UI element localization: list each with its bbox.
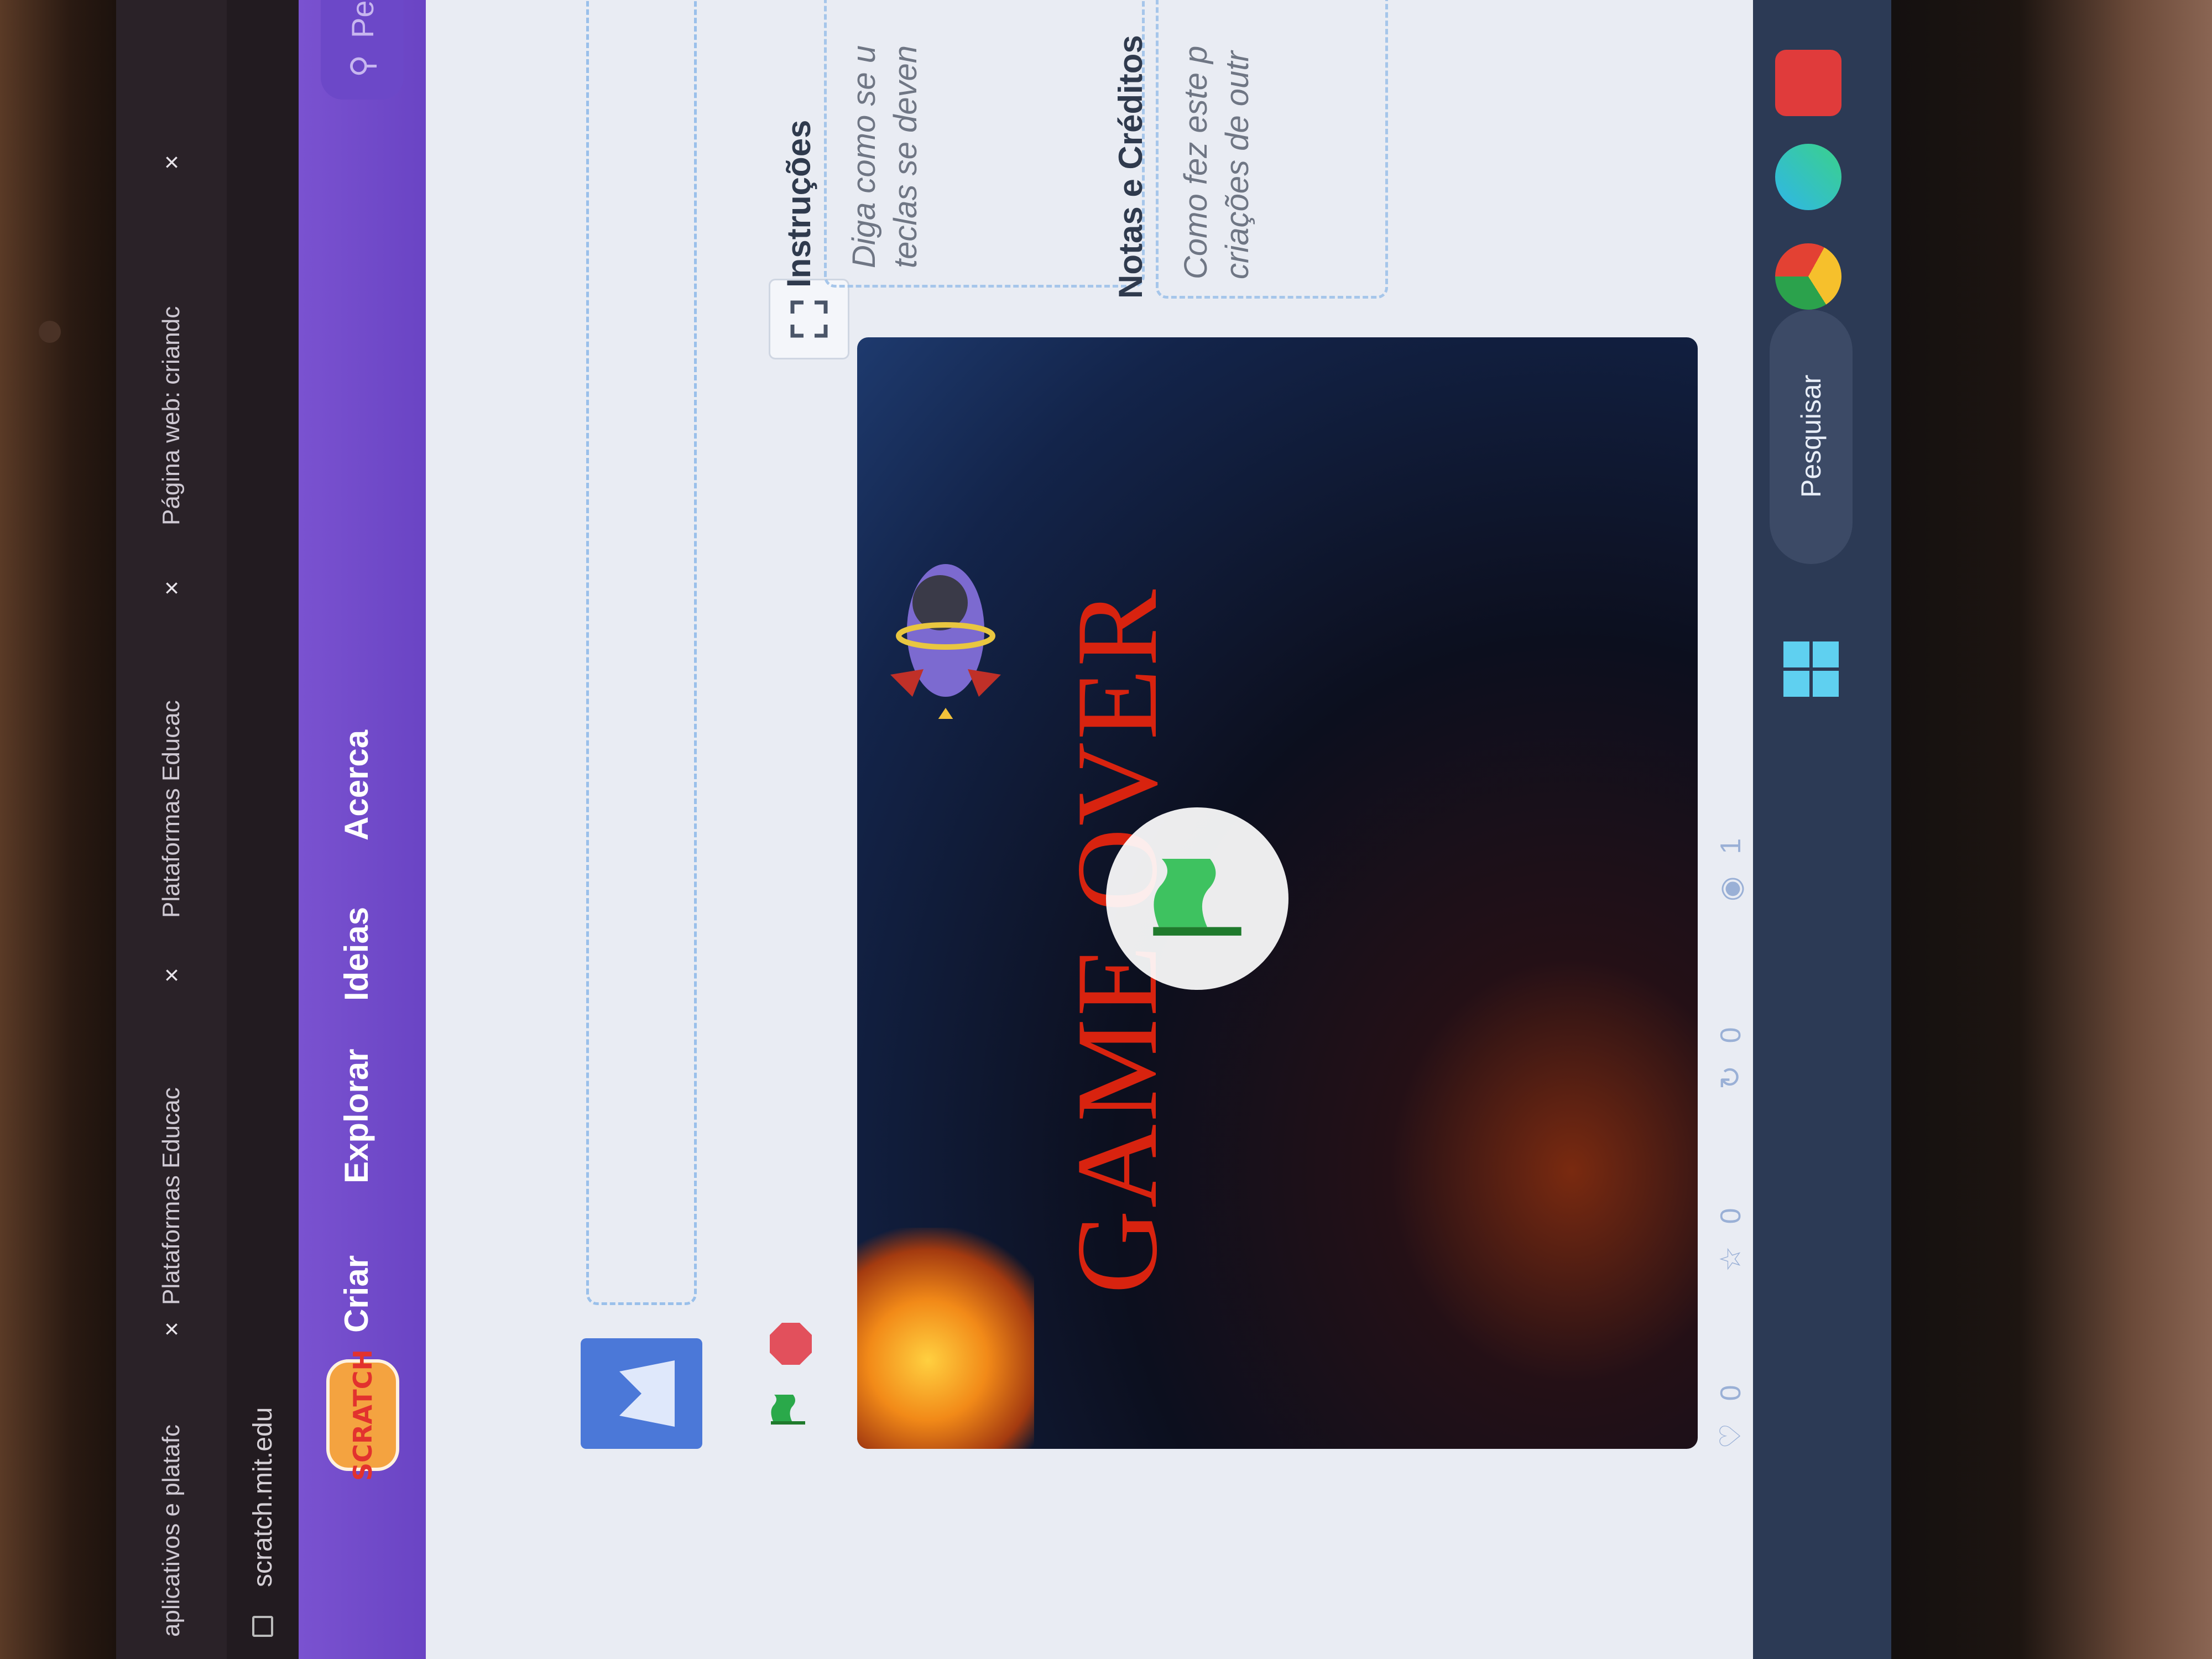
browser-tab[interactable]: Página web: criandc × [133,138,210,525]
taskbar-search[interactable]: Pesquisar [1770,310,1853,564]
browser-tab[interactable]: Plataformas Educac × [133,564,210,918]
fullscreen-icon [790,300,828,338]
project-page: GAME OVER ♡ 0 ☆ 0 ↻ 0 ◉ 1 Instruções Diga co… [426,0,1753,1659]
search-input[interactable]: ⚲ Pesquisa [321,0,404,100]
views-stat: ◉ 1 [1714,838,1747,901]
project-title-field[interactable] [586,0,697,1305]
screen: aplicativos e platafc × Plataformas Educa… [116,0,1891,1659]
eye-icon: ◉ [1715,876,1747,901]
search-icon: ⚲ [345,54,379,77]
close-icon[interactable]: × [156,581,186,596]
laptop-bezel-right [1891,0,2212,1659]
remix-icon: ↻ [1715,1065,1747,1089]
webcam [39,321,61,343]
scratch-logo[interactable]: SCRATCH [326,1349,399,1481]
star-icon: ☆ [1715,1246,1747,1272]
nav-explorar[interactable]: Explorar [337,1049,375,1183]
site-info-icon[interactable] [252,1616,273,1637]
love-count: 0 [1715,1385,1747,1401]
favorite-count: 0 [1715,1208,1747,1224]
instructions-field[interactable]: Diga como se u teclas se deven [824,0,1145,288]
heart-icon: ♡ [1715,1423,1747,1449]
scratch-navbar: SCRATCH Criar Explorar Ideias Acerca ⚲ P… [299,0,426,1659]
start-overlay-button[interactable] [1106,807,1288,990]
url-text: scratch.mit.edu [248,1407,278,1587]
views-count: 1 [1715,838,1747,854]
tab-title: aplicativos e platafc [158,1425,185,1637]
love-stat[interactable]: ♡ 0 [1714,1385,1747,1449]
rocket-sprite [890,564,1001,719]
taskbar-search-label: Pesquisar [1796,374,1827,498]
browser-tab-bar: aplicativos e platafc × Plataformas Educa… [116,0,227,1659]
close-icon[interactable]: × [156,1322,186,1337]
search-placeholder: Pesquisa [345,0,380,38]
explosion-sprite [857,1228,1034,1449]
close-icon[interactable]: × [156,968,186,983]
nav-ideias[interactable]: Ideias [337,907,375,1001]
stop-icon[interactable] [769,1322,813,1366]
remix-count: 0 [1715,1027,1747,1044]
address-bar[interactable]: scratch.mit.edu [227,0,299,1659]
laptop-bezel-left [0,0,116,1659]
tab-title: Plataformas Educac [158,1087,185,1305]
windows-taskbar: Pesquisar [1753,0,1891,1659]
notes-field[interactable]: Como fez este p criações de outr [1156,0,1388,299]
windows-start-icon[interactable] [1783,641,1839,697]
notes-heading: Notas e Créditos [1112,35,1149,299]
tab-title: Página web: criandc [158,306,185,525]
instructions-heading: Instruções [780,119,817,288]
close-icon[interactable]: × [156,155,186,170]
edge-icon[interactable] [1775,144,1841,210]
remix-stat: ↻ 0 [1714,1027,1747,1090]
nav-acerca[interactable]: Acerca [337,730,375,841]
fullscreen-button[interactable] [769,279,849,359]
browser-tab[interactable]: Plataformas Educac × [133,951,210,1305]
chrome-icon[interactable] [1775,243,1841,310]
green-flag-icon [1153,859,1241,936]
project-stage[interactable]: GAME OVER [857,337,1698,1449]
nav-criar[interactable]: Criar [337,1255,375,1333]
mail-icon[interactable] [1775,50,1841,116]
tab-title: Plataformas Educac [158,700,185,918]
project-thumbnail[interactable] [581,1338,702,1449]
favorite-stat[interactable]: ☆ 0 [1714,1208,1747,1272]
browser-tab[interactable]: aplicativos e platafc × [133,1305,210,1637]
green-flag-icon[interactable] [769,1394,807,1427]
